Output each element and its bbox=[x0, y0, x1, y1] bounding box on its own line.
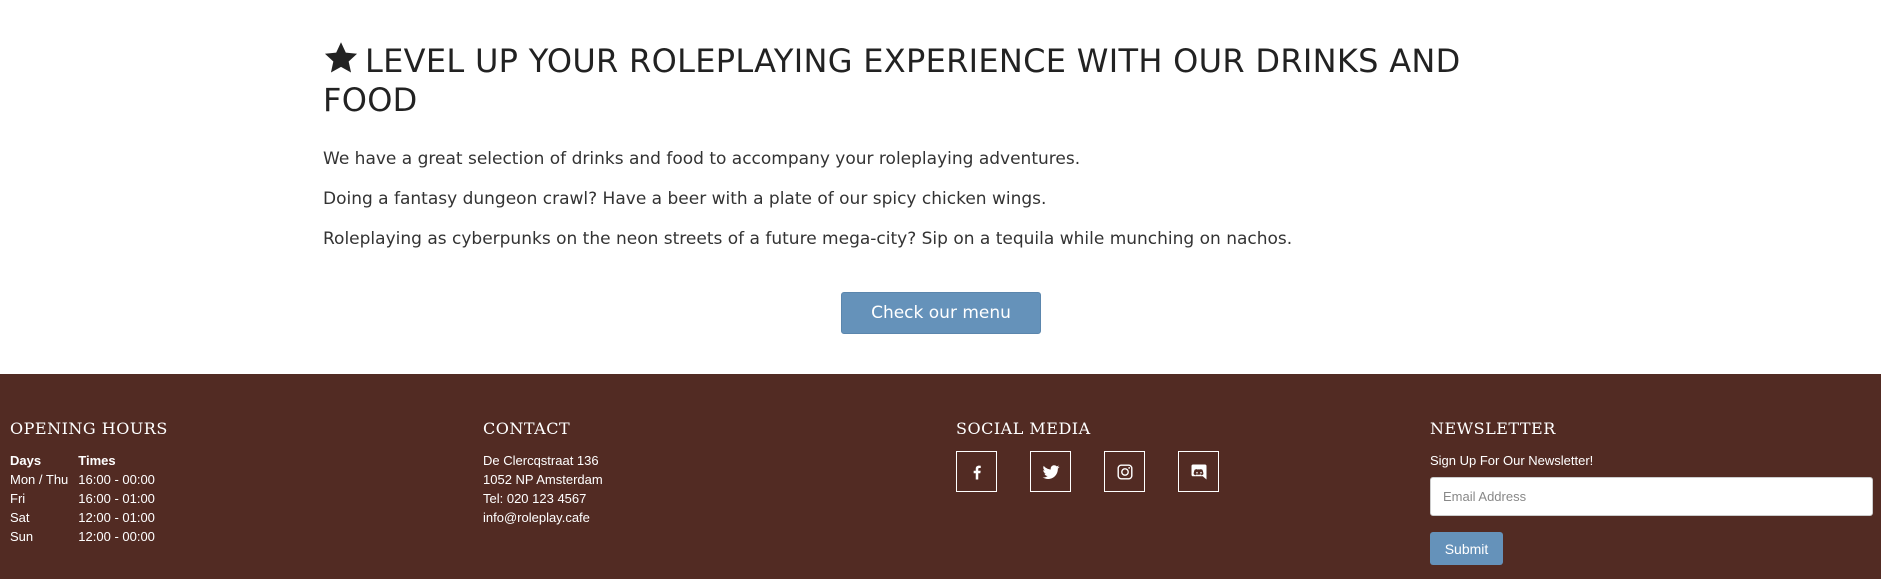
hero-paragraph-1: We have a great selection of drinks and … bbox=[323, 149, 1081, 169]
day-cell: Mon / Thu bbox=[10, 472, 69, 487]
table-row: Sun 12:00 - 00:00 bbox=[10, 527, 165, 546]
email-link[interactable]: info@roleplay.cafe bbox=[483, 508, 603, 527]
table-row: Mon / Thu 16:00 - 00:00 bbox=[10, 470, 165, 489]
twitter-icon bbox=[1042, 464, 1059, 479]
days-header: Days bbox=[10, 453, 42, 468]
discord-link[interactable] bbox=[1178, 451, 1219, 492]
hero-paragraph-3: Roleplaying as cyberpunks on the neon st… bbox=[323, 229, 1293, 249]
phone-number: Tel: 020 123 4567 bbox=[483, 491, 587, 506]
table-row: Sat 12:00 - 01:00 bbox=[10, 508, 165, 527]
newsletter-title: NEWSLETTER bbox=[1430, 419, 1556, 438]
day-cell: Sat bbox=[10, 510, 30, 525]
day-cell: Fri bbox=[10, 491, 26, 506]
opening-hours-table: Days Times Mon / Thu 16:00 - 00:00 Fri 1… bbox=[10, 451, 165, 546]
hero-paragraph-2: Doing a fantasy dungeon crawl? Have a be… bbox=[323, 189, 1047, 209]
opening-hours-section: OPENING HOURS Days Times Mon / Thu 16:00… bbox=[10, 419, 168, 546]
contact-title: CONTACT bbox=[483, 419, 571, 438]
day-cell: Sun bbox=[10, 529, 34, 544]
time-cell: 16:00 - 00:00 bbox=[78, 472, 155, 487]
table-header-row: Days Times bbox=[10, 451, 165, 470]
newsletter-label: Sign Up For Our Newsletter! bbox=[1430, 453, 1594, 468]
facebook-link[interactable] bbox=[956, 451, 997, 492]
table-row: Fri 16:00 - 01:00 bbox=[10, 489, 165, 508]
twitter-link[interactable] bbox=[1030, 451, 1071, 492]
hero-content: LEVEL UP YOUR ROLEPLAYING EXPERIENCE WIT… bbox=[323, 40, 1563, 249]
opening-hours-title: OPENING HOURS bbox=[10, 419, 168, 438]
check-menu-button[interactable]: Check our menu bbox=[841, 292, 1041, 334]
times-header: Times bbox=[78, 453, 116, 468]
facebook-icon bbox=[973, 465, 981, 479]
hero-section: LEVEL UP YOUR ROLEPLAYING EXPERIENCE WIT… bbox=[0, 0, 1881, 374]
time-cell: 16:00 - 01:00 bbox=[78, 491, 155, 506]
time-cell: 12:00 - 00:00 bbox=[78, 529, 155, 544]
instagram-link[interactable] bbox=[1104, 451, 1145, 492]
hero-heading: LEVEL UP YOUR ROLEPLAYING EXPERIENCE WIT… bbox=[323, 40, 1563, 120]
submit-button[interactable]: Submit bbox=[1430, 532, 1503, 565]
email-field[interactable] bbox=[1430, 477, 1873, 516]
instagram-icon bbox=[1117, 464, 1132, 479]
address-city: 1052 NP Amsterdam bbox=[483, 472, 603, 487]
star-icon bbox=[324, 42, 358, 73]
social-links bbox=[956, 451, 1219, 492]
social-media-section: SOCIAL MEDIA bbox=[956, 419, 1219, 492]
discord-icon bbox=[1191, 464, 1206, 479]
newsletter-section: NEWSLETTER Sign Up For Our Newsletter! S… bbox=[1430, 419, 1873, 565]
address-street: De Clercqstraat 136 bbox=[483, 453, 599, 468]
social-media-title: SOCIAL MEDIA bbox=[956, 419, 1091, 438]
hero-title: LEVEL UP YOUR ROLEPLAYING EXPERIENCE WIT… bbox=[323, 42, 1461, 119]
contact-section: CONTACT De Clercqstraat 136 1052 NP Amst… bbox=[483, 419, 603, 527]
time-cell: 12:00 - 01:00 bbox=[78, 510, 155, 525]
site-footer: OPENING HOURS Days Times Mon / Thu 16:00… bbox=[0, 374, 1881, 579]
